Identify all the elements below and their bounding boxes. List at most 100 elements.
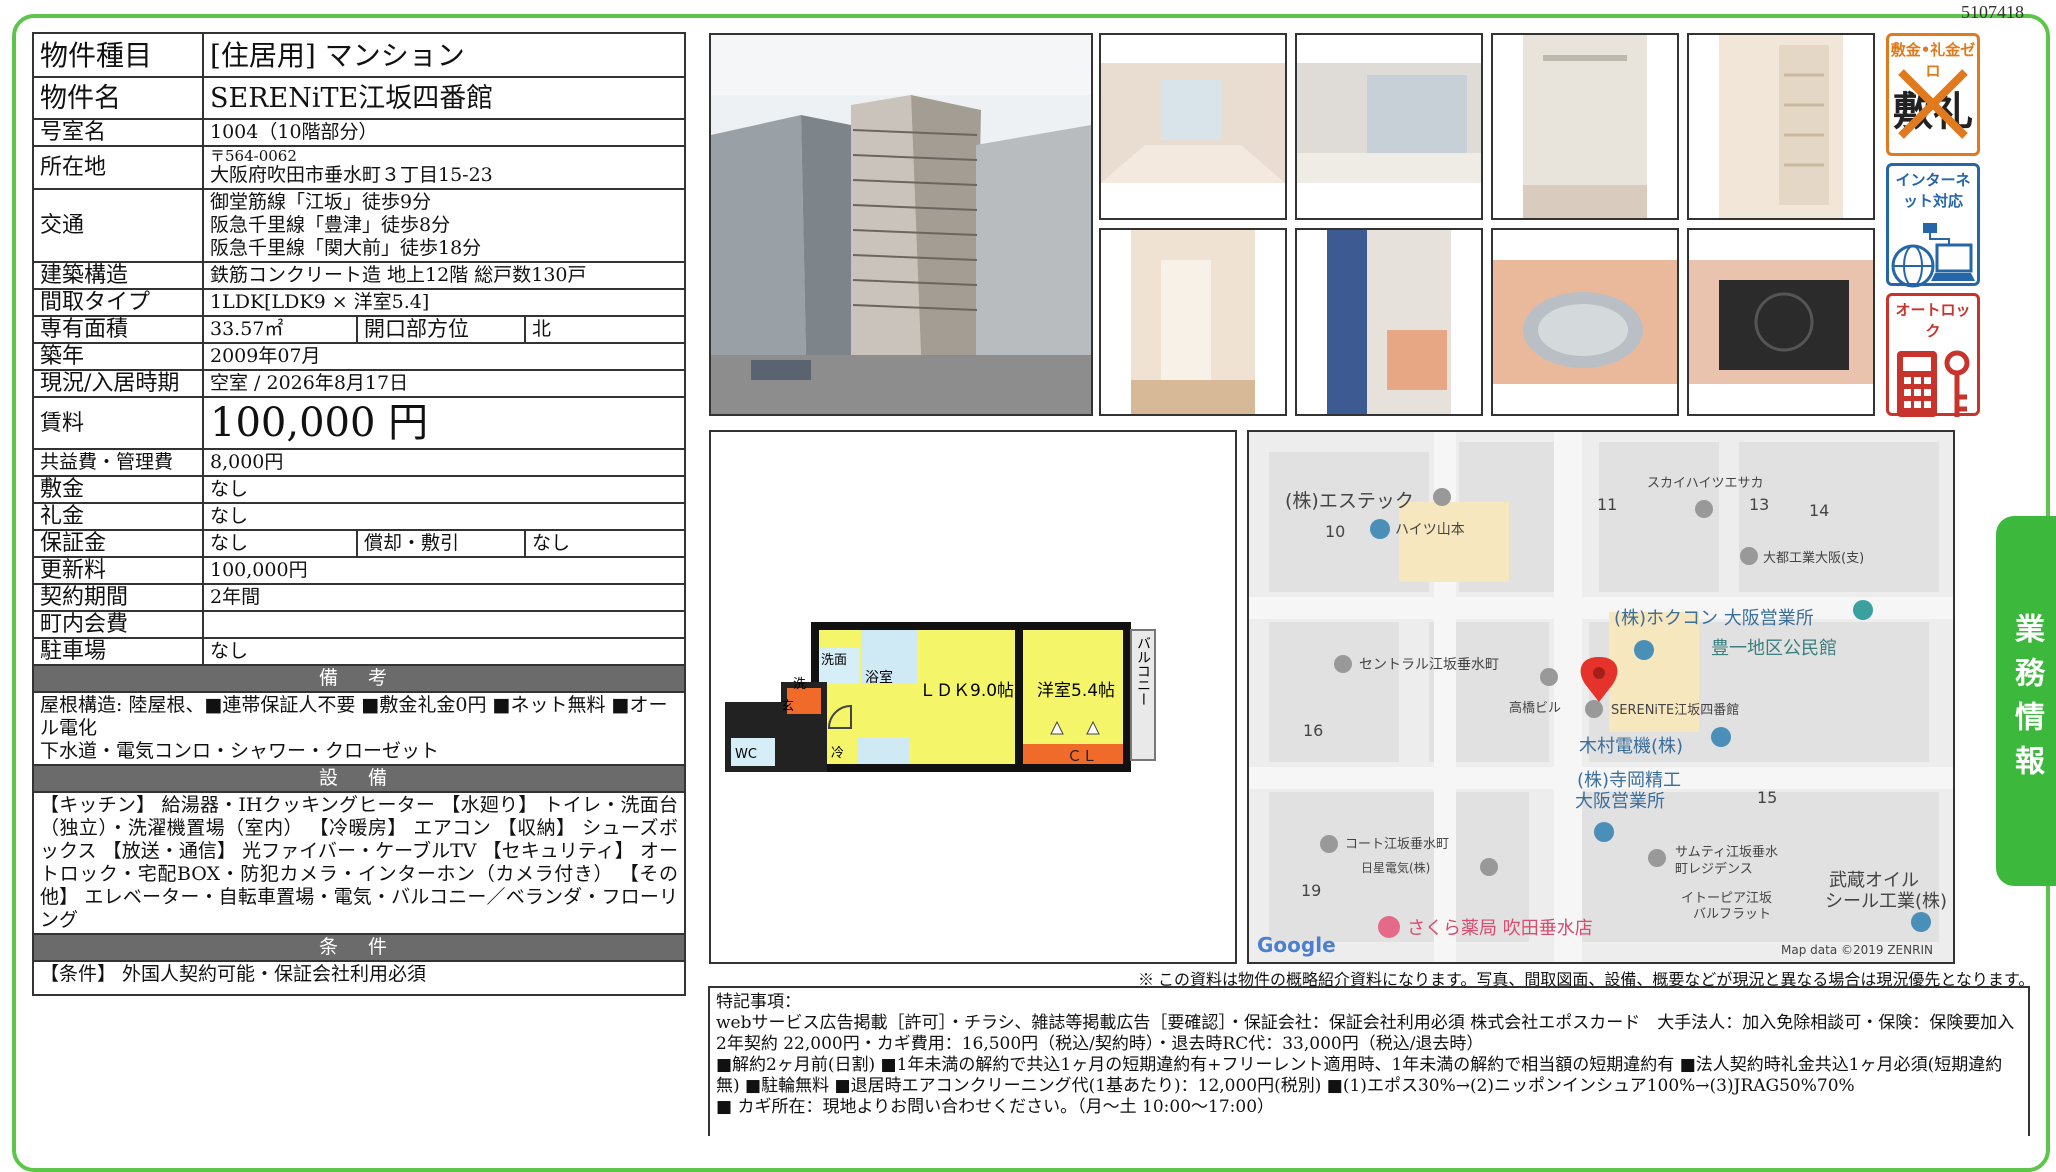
wash-label: 洗 <box>793 677 806 692</box>
map-label: 木村電機(株) <box>1579 736 1683 757</box>
autolock-icon: オートロック <box>1886 293 1980 417</box>
keymoney-value: なし <box>202 502 686 531</box>
setsubi-header: 設 備 <box>32 764 686 793</box>
interior-photo-ih-cooktop[interactable] <box>1687 228 1875 416</box>
closet-label: ＣＬ <box>1067 747 1097 765</box>
map-block-number: 13 <box>1749 495 1769 514</box>
map-label: 豊一地区公民館 <box>1711 638 1837 659</box>
transport-label: 交通 <box>32 188 204 263</box>
bikou-header: 備 考 <box>32 664 686 693</box>
map-label: (株)寺岡精工 <box>1577 770 1681 791</box>
built-value: 2009年07月 <box>202 342 686 371</box>
rent-label: 賃料 <box>32 396 204 450</box>
entrance-label: 玄 <box>781 699 794 714</box>
map-label: サムティ江坂垂水 <box>1675 845 1778 860</box>
jouken-text: 【条件】 外国人契約可能・保証会社利用必須 <box>32 960 686 996</box>
interior-photo-closet[interactable] <box>1491 33 1679 220</box>
map-block-number: 19 <box>1301 881 1321 900</box>
structure-label: 建築構造 <box>32 261 204 290</box>
type-value: [住居用] マンション <box>202 32 686 78</box>
map-label: 大都工業大阪(支) <box>1763 550 1864 566</box>
building-exterior-photo[interactable] <box>709 33 1093 416</box>
map-label: スカイハイツエサカ <box>1647 476 1763 491</box>
washroom-label: 洗面 <box>821 653 847 668</box>
room-value: 1004（10階部分） <box>202 118 686 147</box>
map-label: イトーピア江坂 <box>1681 891 1772 906</box>
layout-value: 1LDK[LDK9 × 洋室5.4] <box>202 288 686 317</box>
fee-value: 8,000円 <box>202 448 686 477</box>
map-label: バルフラット <box>1693 907 1771 922</box>
built-label: 築年 <box>32 342 204 371</box>
fridge-label: 冷 <box>831 746 844 761</box>
map-label: セントラル江坂垂水町 <box>1359 657 1499 673</box>
remarks-line: ■解約2ヶ月前(日割) ■1年未満の解約で共込1ヶ月の短期違約有+フリーレント適… <box>716 1055 2003 1096</box>
structure-value: 鉄筋コンクリート造 地上12階 総戸数130戸 <box>202 261 686 290</box>
room-label: 号室名 <box>32 118 204 147</box>
setsubi-text: 【キッチン】 給湯器・IHクッキングヒーター 【水廻り】 トイレ・洗面台（独立）… <box>32 791 686 935</box>
internet-label: インターネット対応 <box>1895 171 1971 210</box>
address-value: 大阪府吹田市垂水町３丁目15-23 <box>210 164 493 186</box>
western-room-label: 洋室5.4帖 <box>1037 681 1115 701</box>
autolock-label: オートロック <box>1895 301 1971 340</box>
parking-label: 駐車場 <box>32 637 204 666</box>
interior-photo-kitchen[interactable] <box>1295 228 1483 416</box>
map-label: 武蔵オイル <box>1829 870 1919 891</box>
business-info-tab[interactable]: 業務情報 <box>1996 516 2056 886</box>
floor-plan[interactable]: ＬＤＫ9.0帖 洋室5.4帖 ＣＬ 浴室 洗面 洗 WC 冷 玄 バルコニー <box>709 430 1237 964</box>
renewal-value: 100,000円 <box>202 556 686 585</box>
zip-code: 〒564-0062 <box>210 147 297 165</box>
map-block-number: 11 <box>1597 495 1617 514</box>
name-label: 物件名 <box>32 76 204 120</box>
map-label: シール工業(株) <box>1825 891 1947 912</box>
map-label: 高橋ビル <box>1509 700 1561 716</box>
area-value: 33.57㎡ <box>202 315 358 344</box>
remarks-title: 特記事項： <box>716 992 801 1012</box>
map-label: 大阪営業所 <box>1575 791 1665 812</box>
address-label: 所在地 <box>32 145 204 190</box>
parking-value: なし <box>202 637 686 666</box>
bikou-text: 屋根構造: 陸屋根、■連帯保証人不要 ■敷金礼金0円 ■ネット無料 ■オール電化 <box>40 694 668 739</box>
interior-photo-living[interactable] <box>1099 33 1287 220</box>
remarks-line: ■ カギ所在：現地よりお問い合わせください。（月～土 10:00～17:00） <box>716 1097 1275 1117</box>
no-deposit-keymoney-icon: 敷金•礼金ゼロ 敷礼 <box>1886 33 1980 156</box>
bath-label: 浴室 <box>865 669 893 686</box>
amort-value: なし <box>524 529 686 558</box>
interior-photo-sink[interactable] <box>1491 228 1679 416</box>
guarantee-value: なし <box>202 529 358 558</box>
map-label: 町レジデンス <box>1675 861 1753 877</box>
map-block-number: 16 <box>1303 721 1323 740</box>
name-value: SERENiTE江坂四番館 <box>202 76 686 120</box>
jouken-header: 条 件 <box>32 933 686 962</box>
layout-label: 間取タイプ <box>32 288 204 317</box>
map-label: さくら薬局 吹田垂水店 <box>1407 918 1593 939</box>
rent-value: 100,000 円 <box>202 396 686 450</box>
status-label: 現況/入居時期 <box>32 369 204 398</box>
transport-line: 阪急千里線「関大前」徒歩18分 <box>210 237 482 259</box>
internet-icon: インターネット対応 <box>1886 163 1980 288</box>
map-label: ハイツ山本 <box>1395 522 1465 538</box>
bikou-text-2: 下水道・電気コンロ・シャワー・クローゼット <box>40 740 440 762</box>
special-remarks: 特記事項： webサービス広告掲載［許可］・チラシ、雑誌等掲載広告［要確認］・保… <box>708 986 2030 1136</box>
map-block-number: 15 <box>1757 788 1777 807</box>
deposit-label: 敷金 <box>32 475 204 504</box>
map-label: (株)ホクコン 大阪営業所 <box>1614 608 1814 629</box>
balcony-label: バルコニー <box>1135 636 1151 706</box>
interior-photo-shoebox[interactable] <box>1687 33 1875 220</box>
google-logo: Google <box>1257 933 1336 957</box>
map-block-number: 14 <box>1809 501 1829 520</box>
map-label: 日星電気(株) <box>1361 860 1430 875</box>
remarks-line: webサービス広告掲載［許可］・チラシ、雑誌等掲載広告［要確認］・保証会社：保証… <box>716 1013 2015 1054</box>
opening-label: 開口部方位 <box>356 315 526 344</box>
interior-photo-entrance[interactable] <box>1099 228 1287 416</box>
area-label: 専有面積 <box>32 315 204 344</box>
opening-value: 北 <box>524 315 686 344</box>
transport-line: 阪急千里線「豊津」徒歩8分 <box>210 214 451 236</box>
interior-photo-window[interactable] <box>1295 33 1483 220</box>
map-block-number: 10 <box>1325 522 1345 541</box>
location-map[interactable]: (株)エステック ハイツ山本 スカイハイツエサカ 大都工業大阪(支) (株)ホク… <box>1247 430 1955 964</box>
status-value: 空室 / 2026年8月17日 <box>202 369 686 398</box>
document-id: 5107418 <box>1961 2 2024 22</box>
guarantee-label: 保証金 <box>32 529 204 558</box>
deposit-value: なし <box>202 475 686 504</box>
map-label: コート江坂垂水町 <box>1345 837 1449 852</box>
